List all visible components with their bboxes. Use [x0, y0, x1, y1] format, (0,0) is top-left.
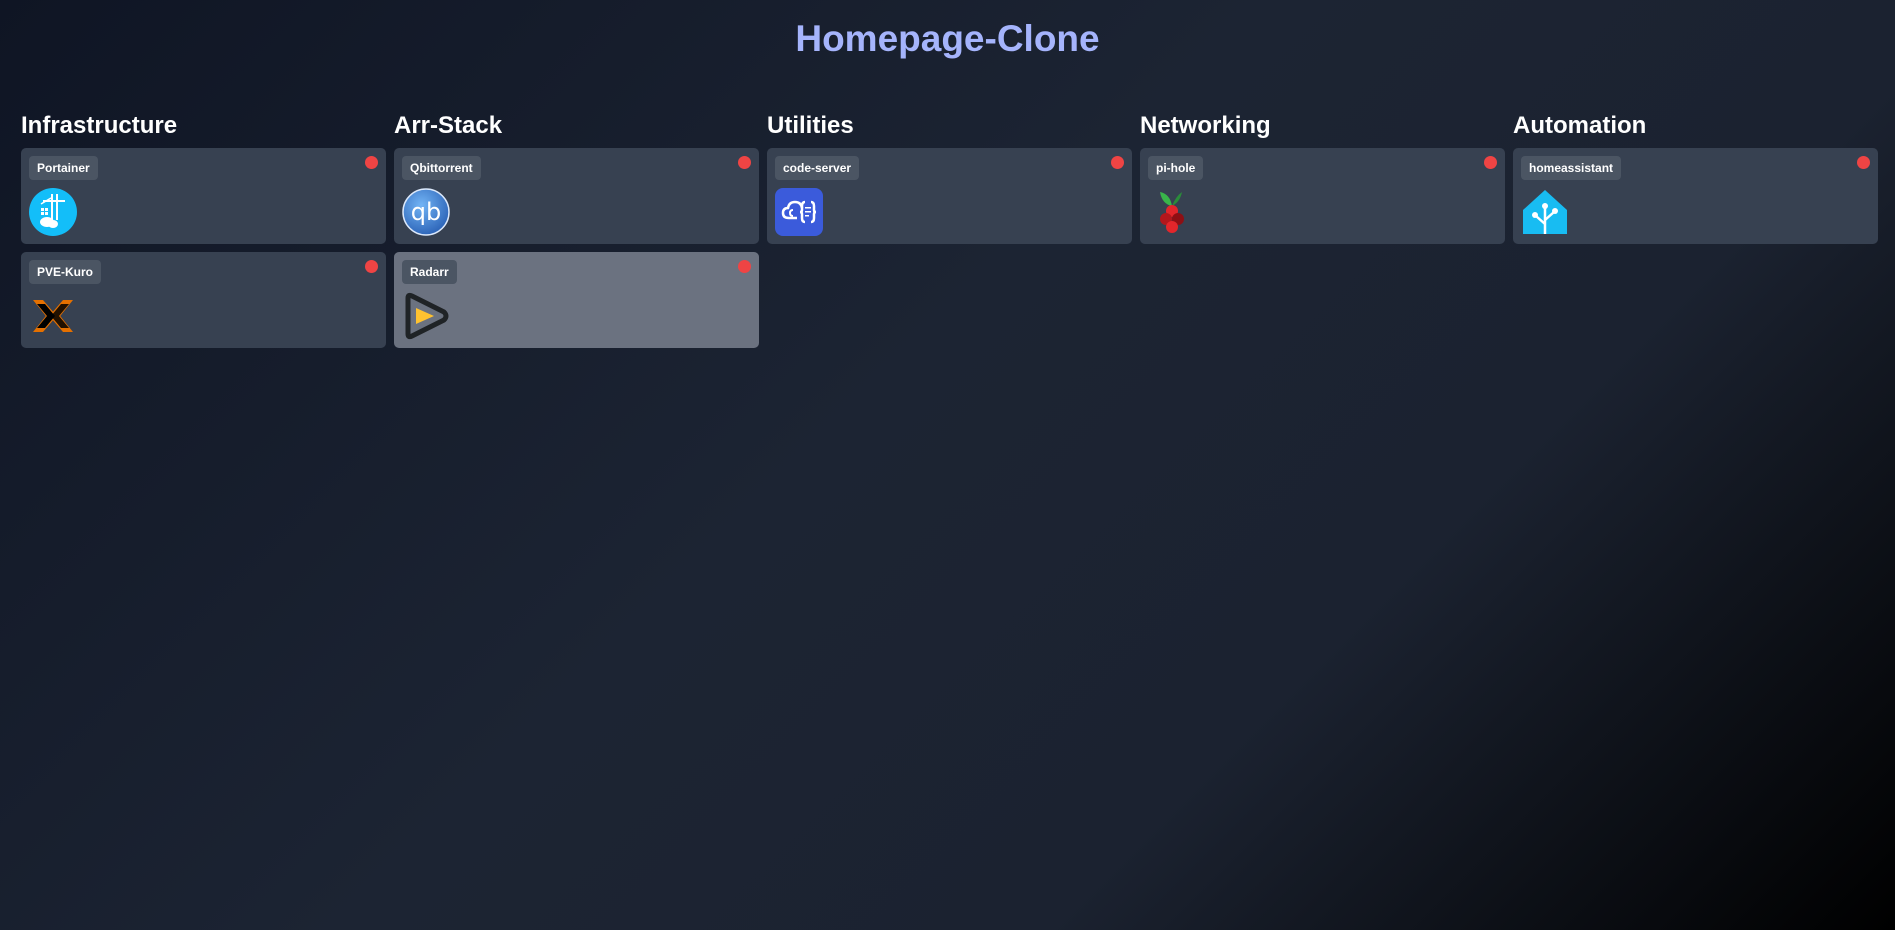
home-assistant-icon — [1521, 188, 1569, 236]
code-server-icon — [775, 188, 823, 236]
status-dot — [1111, 156, 1124, 169]
service-card-qbittorrent[interactable]: Qbittorrent qb — [394, 148, 759, 244]
group-arr-stack: Arr-Stack Qbittorrent qb Radarr — [394, 112, 759, 356]
group-networking: Networking pi-hole — [1140, 112, 1505, 356]
service-label: Qbittorrent — [402, 156, 481, 180]
service-card-pi-hole[interactable]: pi-hole — [1140, 148, 1505, 244]
status-dot — [365, 156, 378, 169]
status-dot — [738, 156, 751, 169]
group-utilities: Utilities code-server — [767, 112, 1132, 356]
service-label: pi-hole — [1148, 156, 1204, 180]
service-label: Radarr — [402, 260, 457, 284]
service-label: PVE-Kuro — [29, 260, 102, 284]
service-card-radarr[interactable]: Radarr — [394, 252, 759, 348]
service-label: homeassistant — [1521, 156, 1622, 180]
group-title: Arr-Stack — [394, 112, 503, 139]
page-title: Homepage-Clone — [795, 18, 1100, 59]
service-label: code-server — [775, 156, 860, 180]
service-groups: Infrastructure Portainer PVE-Kuro Arr-St… — [21, 112, 1878, 356]
group-automation: Automation homeassistant — [1513, 112, 1878, 356]
portainer-icon — [29, 188, 77, 236]
group-title: Networking — [1140, 112, 1271, 139]
qbittorrent-icon: qb — [402, 188, 450, 236]
proxmox-icon — [29, 292, 77, 340]
service-card-homeassistant[interactable]: homeassistant — [1513, 148, 1878, 244]
radarr-icon — [402, 292, 450, 340]
group-title: Utilities — [767, 112, 854, 139]
service-label: Portainer — [29, 156, 98, 180]
group-infrastructure: Infrastructure Portainer PVE-Kuro — [21, 112, 386, 356]
service-card-portainer[interactable]: Portainer — [21, 148, 386, 244]
service-card-pve-kuro[interactable]: PVE-Kuro — [21, 252, 386, 348]
group-title: Infrastructure — [21, 112, 178, 139]
service-card-code-server[interactable]: code-server — [767, 148, 1132, 244]
status-dot — [738, 260, 751, 273]
group-title: Automation — [1513, 112, 1647, 139]
pihole-icon — [1148, 188, 1196, 236]
status-dot — [365, 260, 378, 273]
status-dot — [1484, 156, 1497, 169]
svg-text:qb: qb — [411, 198, 441, 226]
status-dot — [1857, 156, 1870, 169]
